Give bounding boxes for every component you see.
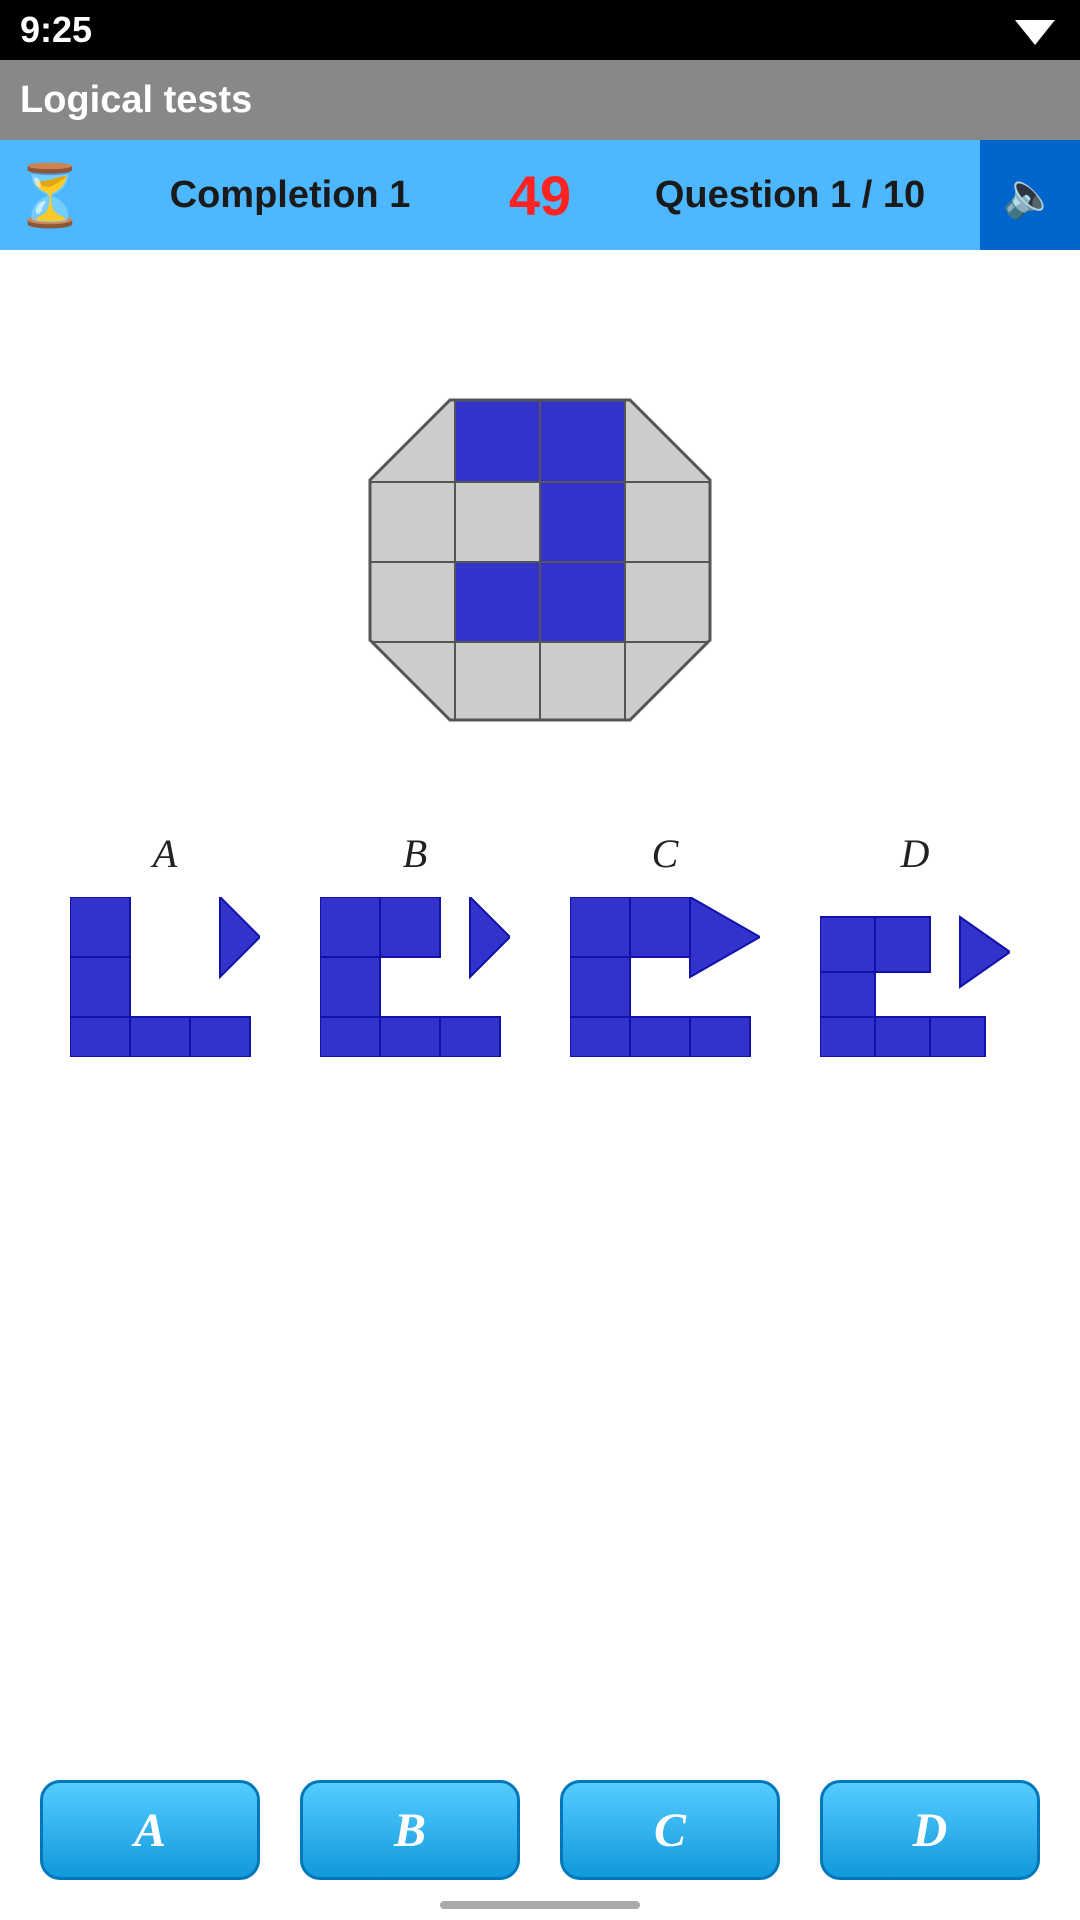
options-area: A B: [20, 830, 1060, 1057]
answer-button-d[interactable]: D: [820, 1780, 1040, 1880]
sound-button[interactable]: 🔈: [980, 140, 1080, 250]
option-a-svg: [70, 897, 260, 1057]
hourglass-icon: ⏳: [0, 140, 100, 250]
option-b-label: B: [403, 830, 427, 877]
option-b: B: [320, 830, 510, 1057]
timer-display: 49: [480, 163, 600, 228]
sound-icon: 🔈: [1003, 169, 1058, 221]
title-bar: Logical tests: [0, 60, 1080, 140]
answer-button-c[interactable]: C: [560, 1780, 780, 1880]
question-label: Question 1 / 10: [600, 174, 980, 217]
option-c-label: C: [652, 830, 679, 877]
main-figure: [360, 390, 720, 730]
option-c-svg: [570, 897, 760, 1057]
option-a-label: A: [153, 830, 177, 877]
wifi-icon: [1010, 10, 1060, 50]
buttons-area: A B C D: [0, 1780, 1080, 1880]
nav-pill: [440, 1901, 640, 1909]
main-content: A B: [0, 250, 1080, 1057]
completion-label: Completion 1: [100, 174, 480, 217]
info-bar: ⏳ Completion 1 49 Question 1 / 10 🔈: [0, 140, 1080, 250]
app-title: Logical tests: [20, 79, 252, 122]
option-d-label: D: [901, 830, 930, 877]
option-d-svg: [820, 897, 1010, 1057]
answer-button-a[interactable]: A: [40, 1780, 260, 1880]
nav-bar: [0, 1890, 1080, 1920]
option-d: D: [820, 830, 1010, 1057]
answer-button-b[interactable]: B: [300, 1780, 520, 1880]
option-b-svg: [320, 897, 510, 1057]
main-figure-svg: [360, 390, 720, 730]
status-bar: 9:25: [0, 0, 1080, 60]
option-a: A: [70, 830, 260, 1057]
option-c: C: [570, 830, 760, 1057]
status-time: 9:25: [20, 9, 92, 51]
